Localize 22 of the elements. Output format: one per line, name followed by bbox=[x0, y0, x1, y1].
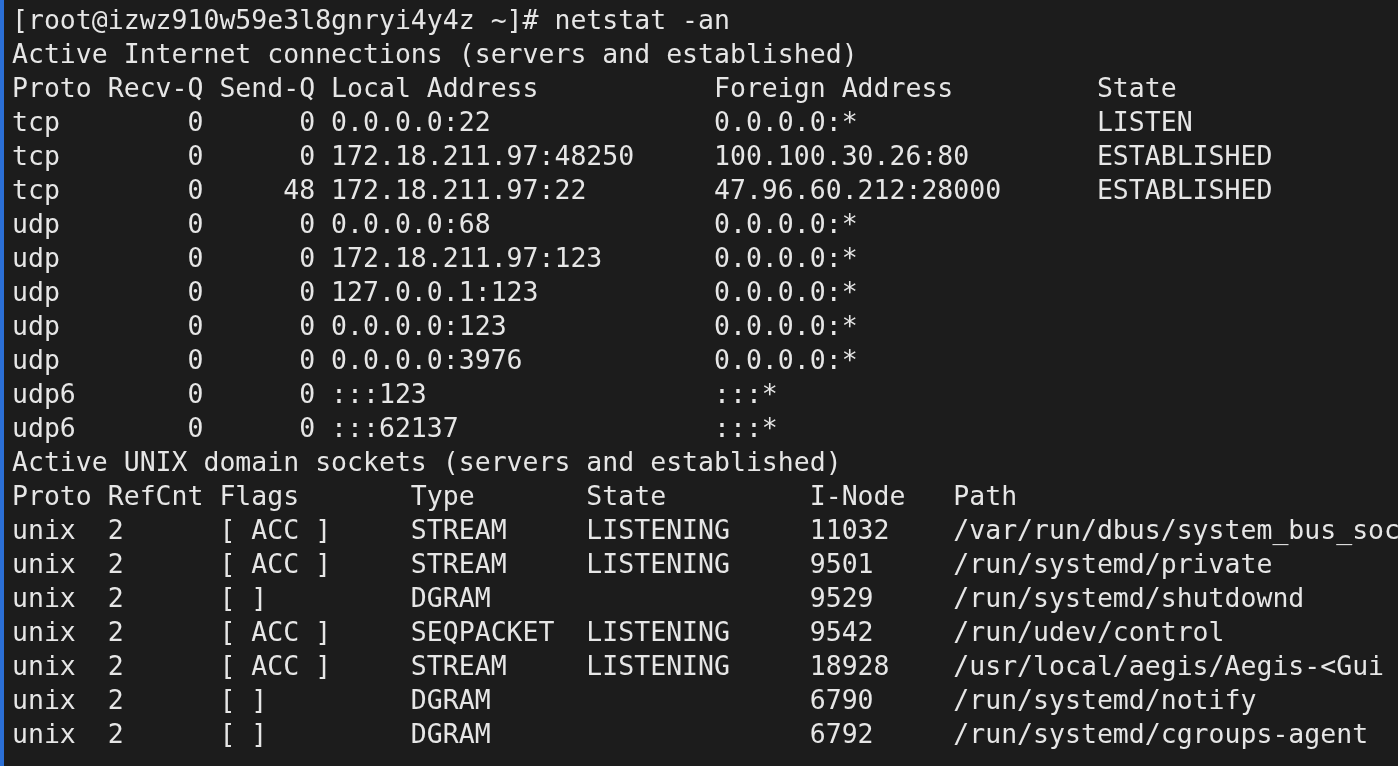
terminal-line: tcp 0 0 172.18.211.97:48250 100.100.30.26:80 ESTABLISHED bbox=[12, 139, 1273, 173]
terminal-line: Active UNIX domain sockets (servers and established) bbox=[12, 445, 842, 479]
terminal-line: udp6 0 0 :::62137 :::* bbox=[12, 411, 778, 445]
terminal-line: Active Internet connections (servers and established) bbox=[12, 37, 858, 71]
terminal-line: udp 0 0 127.0.0.1:123 0.0.0.0:* bbox=[12, 275, 858, 309]
terminal-line: udp6 0 0 :::123 :::* bbox=[12, 377, 778, 411]
terminal-line: unix 2 [ ] DGRAM 9529 /run/systemd/shutdownd bbox=[12, 581, 1305, 615]
terminal-line: tcp 0 48 172.18.211.97:22 47.96.60.212:28000 ESTABLISHED bbox=[12, 173, 1273, 207]
terminal-line: unix 2 [ ACC ] STREAM LISTENING 11032 /var/run/dbus/system_bus_soc bbox=[12, 513, 1398, 547]
terminal-line: Proto RefCnt Flags Type State I-Node Path bbox=[12, 479, 1018, 513]
terminal-line: unix 2 [ ACC ] STREAM LISTENING 18928 /usr/local/aegis/Aegis-<Gui bbox=[12, 649, 1385, 683]
terminal-line: unix 2 [ ACC ] STREAM LISTENING 9501 /run/systemd/private bbox=[12, 547, 1273, 581]
terminal-line: unix 2 [ ] DGRAM 6792 /run/systemd/cgroups-agent bbox=[12, 717, 1369, 751]
terminal-line: Proto Recv-Q Send-Q Local Address Foreign Address State bbox=[12, 71, 1177, 105]
terminal-line: udp 0 0 0.0.0.0:3976 0.0.0.0:* bbox=[12, 343, 858, 377]
terminal-line: udp 0 0 0.0.0.0:123 0.0.0.0:* bbox=[12, 309, 858, 343]
terminal-line: unix 2 [ ] DGRAM 6790 /run/systemd/notify bbox=[12, 683, 1257, 717]
terminal-line: [root@izwz910w59e3l8gnryi4y4z ~]# netstat -an bbox=[12, 3, 730, 37]
terminal-line: unix 2 [ ACC ] SEQPACKET LISTENING 9542 /run/udev/control bbox=[12, 615, 1225, 649]
terminal-line: udp 0 0 172.18.211.97:123 0.0.0.0:* bbox=[12, 241, 858, 275]
terminal-line: tcp 0 0 0.0.0.0:22 0.0.0.0:* LISTEN bbox=[12, 105, 1193, 139]
terminal-line: udp 0 0 0.0.0.0:68 0.0.0.0:* bbox=[12, 207, 858, 241]
